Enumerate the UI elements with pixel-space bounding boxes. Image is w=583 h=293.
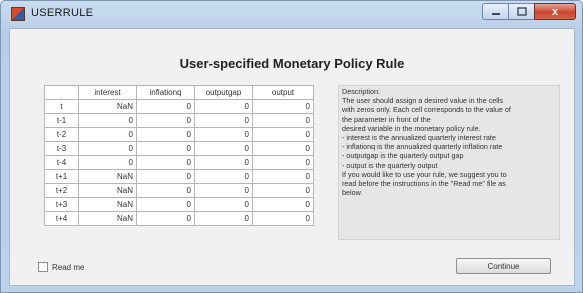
table-row: t+4 NaN 0 0 0 <box>44 211 314 226</box>
read-me-checkbox[interactable] <box>38 262 48 272</box>
table-cell[interactable]: NaN <box>78 211 137 226</box>
description-line: the parameter in front of the <box>342 114 431 124</box>
table-cell[interactable]: 0 <box>136 99 195 114</box>
close-icon: x <box>551 5 559 18</box>
title-bar[interactable]: USERRULE x <box>1 1 582 27</box>
table-cell[interactable]: 0 <box>252 169 314 184</box>
table-cell[interactable]: 0 <box>136 197 195 212</box>
table-cell[interactable]: NaN <box>78 99 137 114</box>
window-controls: x <box>482 3 576 21</box>
row-header: t-2 <box>44 127 79 142</box>
description-line: - interest is the annualized quarterly i… <box>342 133 496 143</box>
close-button[interactable]: x <box>534 3 576 20</box>
row-header: t <box>44 99 79 114</box>
table-cell[interactable]: 0 <box>194 141 253 156</box>
table-cell[interactable]: 0 <box>194 113 253 128</box>
table-cell[interactable]: 0 <box>136 183 195 198</box>
userrule-window: USERRULE x User-specified Monetary Polic… <box>0 0 583 293</box>
table-cell[interactable]: 0 <box>194 155 253 170</box>
read-me-checkbox-row[interactable]: Read me <box>38 262 84 272</box>
column-header-inflationq[interactable]: inflationq <box>136 85 195 100</box>
table-row: t-1 0 0 0 0 <box>44 113 314 128</box>
table-cell[interactable]: 0 <box>194 183 253 198</box>
description-line: - output is the quarterly output <box>342 160 438 170</box>
table-corner <box>44 85 79 100</box>
table-cell[interactable]: 0 <box>252 141 314 156</box>
read-me-label: Read me <box>52 262 85 272</box>
table-cell[interactable]: NaN <box>78 169 137 184</box>
table-row: t+2 NaN 0 0 0 <box>44 183 314 198</box>
window-title: USERRULE <box>31 7 94 19</box>
table-row: t-2 0 0 0 0 <box>44 127 314 142</box>
row-header: t+1 <box>44 169 79 184</box>
description-line: - inflationq is the annualized quarterly… <box>342 142 503 152</box>
table-cell[interactable]: 0 <box>136 141 195 156</box>
continue-button[interactable]: Continue <box>456 258 551 274</box>
matlab-icon <box>11 7 25 21</box>
description-line: desired variable in the monetary policy … <box>342 123 481 133</box>
table-cell[interactable]: 0 <box>252 183 314 198</box>
row-header: t-1 <box>44 113 79 128</box>
description-heading: Description: <box>342 87 380 96</box>
row-header: t-3 <box>44 141 79 156</box>
column-header-outputgap[interactable]: outputgap <box>194 85 253 100</box>
row-header: t-4 <box>44 155 79 170</box>
table-cell[interactable]: 0 <box>194 197 253 212</box>
table-cell[interactable]: 0 <box>136 113 195 128</box>
description-line: with zeros only. Each cell corresponds t… <box>342 105 511 115</box>
table-row: t NaN 0 0 0 <box>44 99 314 114</box>
table-cell[interactable]: 0 <box>78 127 137 142</box>
minimize-button[interactable] <box>482 3 508 20</box>
description-line: read before the instructions in the "Rea… <box>342 179 506 189</box>
description-line: The user should assign a desired value i… <box>342 96 504 106</box>
table-header-row: interest inflationq outputgap output <box>44 85 314 100</box>
table-cell[interactable]: 0 <box>194 211 253 226</box>
table-cell[interactable]: 0 <box>252 211 314 226</box>
table-cell[interactable]: 0 <box>252 127 314 142</box>
table-cell[interactable]: 0 <box>194 99 253 114</box>
table-cell[interactable]: 0 <box>194 169 253 184</box>
table-cell[interactable]: 0 <box>252 197 314 212</box>
column-header-interest[interactable]: interest <box>78 85 137 100</box>
dialog-client-area: User-specified Monetary Policy Rule inte… <box>9 28 575 286</box>
page-title: User-specified Monetary Policy Rule <box>179 56 405 71</box>
table-cell[interactable]: NaN <box>78 183 137 198</box>
row-header: t+3 <box>44 197 79 212</box>
table-cell[interactable]: 0 <box>78 113 137 128</box>
table-cell[interactable]: 0 <box>136 127 195 142</box>
description-line: below. <box>342 188 363 198</box>
table-row: t+3 NaN 0 0 0 <box>44 197 314 212</box>
maximize-button[interactable] <box>508 3 534 20</box>
table-cell[interactable]: 0 <box>136 155 195 170</box>
description-line: - outputgap is the quarterly output gap <box>342 151 464 161</box>
table-row: t-3 0 0 0 0 <box>44 141 314 156</box>
table-row: t-4 0 0 0 0 <box>44 155 314 170</box>
policy-rule-table: interest inflationq outputgap output t N… <box>44 85 314 226</box>
table-cell[interactable]: NaN <box>78 197 137 212</box>
minimize-icon <box>491 12 500 15</box>
table-cell[interactable]: 0 <box>78 155 137 170</box>
table-cell[interactable]: 0 <box>252 155 314 170</box>
table-cell[interactable]: 0 <box>136 169 195 184</box>
description-line: If you would like to use your rule, we s… <box>342 169 507 179</box>
description-panel[interactable]: Description: The user should assign a de… <box>338 85 560 240</box>
table-cell[interactable]: 0 <box>252 113 314 128</box>
row-header: t+2 <box>44 183 79 198</box>
table-row: t+1 NaN 0 0 0 <box>44 169 314 184</box>
column-header-output[interactable]: output <box>252 85 314 100</box>
table-cell[interactable]: 0 <box>252 99 314 114</box>
table-cell[interactable]: 0 <box>78 141 137 156</box>
table-cell[interactable]: 0 <box>194 127 253 142</box>
table-cell[interactable]: 0 <box>136 211 195 226</box>
maximize-icon <box>516 7 527 16</box>
row-header: t+4 <box>44 211 79 226</box>
